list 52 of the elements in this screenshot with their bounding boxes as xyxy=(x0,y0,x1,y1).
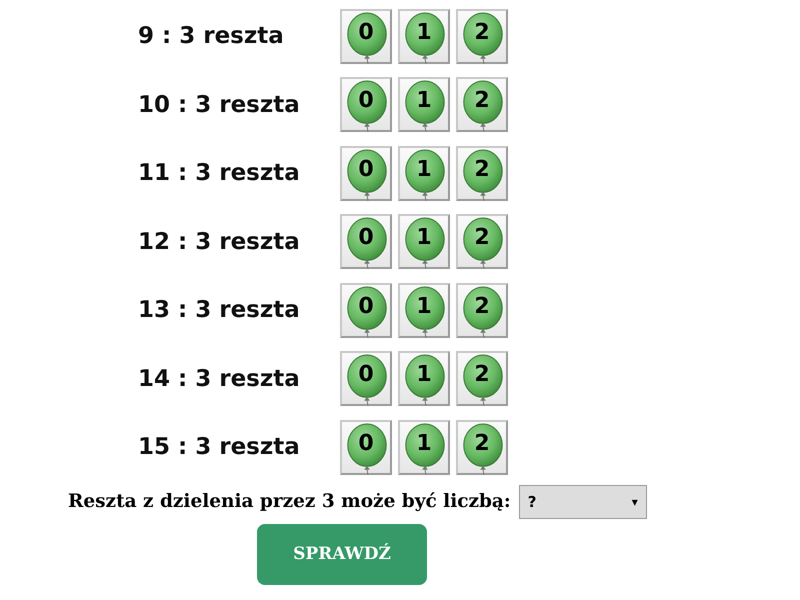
division-label: 10 : 3 reszta xyxy=(138,92,301,118)
answer-button[interactable]: 1 xyxy=(398,8,450,64)
balloon-icon xyxy=(345,354,389,406)
balloon-icon xyxy=(461,217,505,270)
balloon-icon xyxy=(403,286,447,338)
answer-button[interactable]: 2 xyxy=(456,146,508,201)
check-button[interactable]: SPRAWDŹ xyxy=(257,524,427,584)
answer-button[interactable]: 1 xyxy=(398,77,450,132)
balloon-icon xyxy=(403,354,447,406)
division-label: 14 : 3 reszta xyxy=(138,366,301,392)
answer-button[interactable]: 0 xyxy=(340,77,392,132)
answer-button[interactable]: 1 xyxy=(398,214,450,270)
answer-dropdown[interactable]: ? ▾ xyxy=(518,484,647,518)
answer-button[interactable]: 0 xyxy=(340,420,392,475)
answer-button[interactable]: 1 xyxy=(398,351,450,406)
balloon-icon xyxy=(345,148,389,201)
division-label: 13 : 3 reszta xyxy=(138,297,301,324)
balloon-icon xyxy=(345,422,389,475)
balloon-icon xyxy=(461,354,505,406)
balloon-icon xyxy=(461,80,505,132)
balloon-icon xyxy=(345,217,389,270)
balloon-icon xyxy=(403,217,447,270)
balloon-icon xyxy=(403,80,447,132)
balloon-icon xyxy=(403,12,447,64)
balloon-icon xyxy=(403,422,447,475)
answer-button[interactable]: 0 xyxy=(340,8,392,64)
answer-button[interactable]: 2 xyxy=(456,282,508,338)
answer-button[interactable]: 2 xyxy=(456,214,508,270)
answer-button[interactable]: 1 xyxy=(398,146,450,201)
answer-button[interactable]: 1 xyxy=(398,420,450,475)
answer-button[interactable]: 2 xyxy=(456,77,508,132)
division-label: 12 : 3 reszta xyxy=(138,228,301,255)
balloon-icon xyxy=(345,286,389,338)
balloon-icon xyxy=(461,148,505,201)
answer-button[interactable]: 0 xyxy=(340,146,392,201)
balloon-icon xyxy=(345,12,389,64)
division-label: 11 : 3 reszta xyxy=(138,160,301,186)
answer-button[interactable]: 2 xyxy=(456,420,508,475)
balloon-icon xyxy=(345,80,389,132)
answer-button[interactable]: 0 xyxy=(340,282,392,338)
answer-button[interactable]: 1 xyxy=(398,282,450,338)
balloon-icon xyxy=(461,12,505,64)
balloon-icon xyxy=(403,148,447,201)
question-label: Reszta z dzielenia przez 3 może być liczbą: xyxy=(68,491,511,512)
balloon-icon xyxy=(461,286,505,338)
balloon-icon xyxy=(461,422,505,475)
answer-button[interactable]: 2 xyxy=(456,351,508,406)
answer-button[interactable]: 0 xyxy=(340,214,392,270)
division-label: 15 : 3 reszta xyxy=(138,434,301,460)
division-label: 9 : 3 reszta xyxy=(138,23,285,50)
answer-button[interactable]: 2 xyxy=(456,8,508,64)
answer-button[interactable]: 0 xyxy=(340,351,392,406)
